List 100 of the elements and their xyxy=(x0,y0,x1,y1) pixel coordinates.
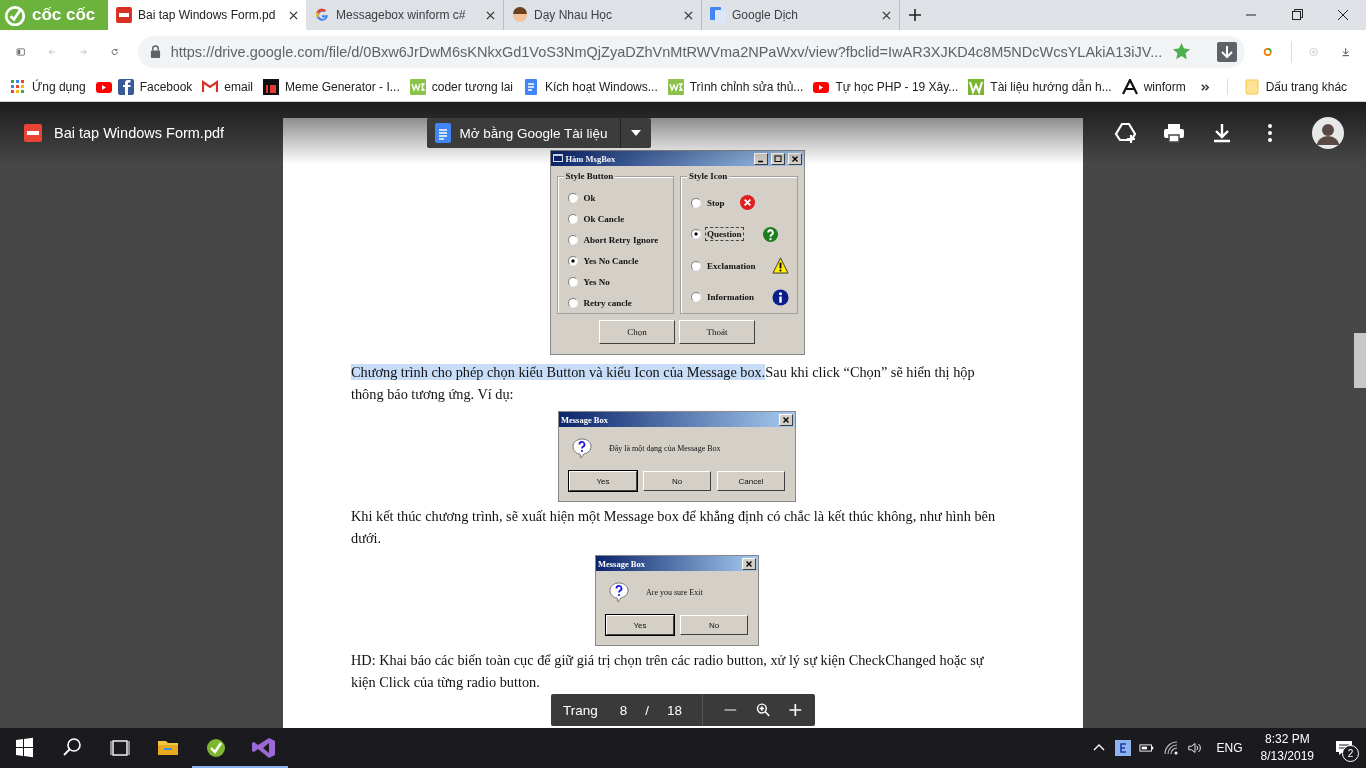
file-name: Bai tap Windows Form.pdf xyxy=(54,125,225,141)
bookmark[interactable]: Ứng dụng xyxy=(10,79,86,95)
document-icon xyxy=(435,123,452,143)
bookmark[interactable]: email xyxy=(202,79,253,95)
message-text: Đây là một dạng của Message Box xyxy=(609,443,722,453)
clock[interactable]: 8:32 PM 8/13/2019 xyxy=(1252,731,1322,765)
info-icon xyxy=(772,288,789,306)
paragraph: Chương trình cho phép chọn kiểu Button và kiểu Icon của Message box.Sau khi click “Chọn” sẽ hiển thị hộp thông báo tương ứng. Ví dụ: xyxy=(351,363,976,404)
radio-button[interactable] xyxy=(567,297,578,308)
video-play-icon xyxy=(813,79,830,95)
close-icon[interactable] xyxy=(787,152,802,165)
add-to-drive-icon[interactable] xyxy=(1114,121,1138,145)
radio-label[interactable]: Ok Cancle xyxy=(581,211,627,226)
notification-count: 2 xyxy=(1342,745,1359,762)
video-play-icon xyxy=(95,79,112,95)
scrollbar-thumb[interactable] xyxy=(1354,333,1366,388)
close-icon[interactable] xyxy=(742,557,756,570)
close-icon[interactable] xyxy=(779,413,793,426)
radio-button[interactable] xyxy=(567,213,578,224)
avatar-icon[interactable] xyxy=(1312,117,1344,149)
radio-button[interactable] xyxy=(691,260,701,271)
dialog-button[interactable]: Thoát xyxy=(679,320,755,344)
radio-button[interactable] xyxy=(691,197,701,208)
radio-button[interactable] xyxy=(567,276,578,287)
close-tab-icon[interactable] xyxy=(486,10,495,20)
browser-tab[interactable]: Bai tap Windows Form.pd xyxy=(108,0,306,30)
minimize-icon[interactable] xyxy=(753,152,768,165)
group-title: Style Button xyxy=(563,171,616,181)
close-tab-icon[interactable] xyxy=(684,10,693,20)
translate-icon xyxy=(710,7,726,23)
print-icon[interactable] xyxy=(1162,121,1186,145)
bookmark[interactable]: winform xyxy=(1121,79,1186,95)
triangle-logo-icon xyxy=(1121,79,1138,95)
radio-button[interactable] xyxy=(567,255,578,266)
bookmark[interactable]: Facebook xyxy=(95,79,193,95)
error-icon xyxy=(738,194,756,212)
dialog-button[interactable]: Yes xyxy=(606,615,674,635)
radio-label[interactable]: Exclamation xyxy=(705,258,758,273)
radio-label[interactable]: Abort Retry Ignore xyxy=(581,232,661,247)
title-bar: Message Box xyxy=(596,556,758,571)
close-tab-icon[interactable] xyxy=(289,10,298,20)
title-bar: Message Box xyxy=(559,412,795,427)
page-number[interactable]: 8 xyxy=(619,702,628,718)
radio-label[interactable]: Yes No xyxy=(581,274,612,289)
bookmark[interactable]: Tài liệu hướng dẫn h... xyxy=(968,79,1112,95)
more-bookmarks-icon[interactable] xyxy=(1199,81,1211,93)
radio-label[interactable]: Stop xyxy=(705,195,727,210)
message-text: Are you sure Exit xyxy=(646,587,704,597)
zoom-icon[interactable] xyxy=(755,701,771,719)
document-icon xyxy=(523,79,539,95)
zoom-in-icon[interactable] xyxy=(788,701,803,719)
site-logo-icon xyxy=(968,79,985,95)
site-logo-icon xyxy=(667,79,684,95)
paragraph: HD: Khai báo các biến toàn cục để giữ giá trị chọn trên các radio button, xử lý sự kiện CheckChanged hoặc sự kiện Click của từng radio button. xyxy=(351,651,985,692)
group-title: Style Icon xyxy=(687,171,730,181)
star-icon[interactable] xyxy=(1172,42,1192,61)
radio-label[interactable]: Information xyxy=(705,290,756,305)
radio-button[interactable] xyxy=(691,292,701,303)
maximize-icon[interactable] xyxy=(770,152,785,165)
question-icon xyxy=(761,225,779,243)
open-with-button[interactable]: Mở bằng Google Tài liệu xyxy=(427,118,651,148)
page-label: Trang xyxy=(563,702,598,718)
dialog-button[interactable]: No xyxy=(643,471,711,491)
bookmark[interactable]: coder tương lai xyxy=(409,79,513,95)
dialog-button[interactable]: No xyxy=(680,615,748,635)
new-tab-icon[interactable] xyxy=(908,8,922,22)
radio-label[interactable]: Yes No Cancle xyxy=(581,253,641,268)
paragraph: Khi kết thúc chương trình, sẽ xuất hiện một Message box để khẳng định có chắc là kết thúc không, như hình bên dưới. xyxy=(351,507,997,548)
radio-button[interactable] xyxy=(567,234,578,245)
avatar-icon xyxy=(512,7,528,23)
bookmark[interactable]: Meme Generator - I... xyxy=(263,79,400,95)
bookmark-folder[interactable]: Dấu trang khác xyxy=(1243,79,1348,95)
dialog-button[interactable]: Yes xyxy=(569,471,637,491)
google-icon xyxy=(314,7,330,23)
dialog-button[interactable]: Cancel xyxy=(717,471,785,491)
page-total: 18 xyxy=(667,702,683,718)
title-bar: Hàm MsgBox xyxy=(550,151,804,166)
download-icon[interactable] xyxy=(1217,41,1238,62)
question-icon xyxy=(571,437,593,459)
language-indicator[interactable]: ENG xyxy=(1206,741,1253,755)
bookmark[interactable]: Trình chỉnh sửa thủ... xyxy=(667,79,804,95)
square-logo-icon xyxy=(263,79,279,95)
page-separator: / xyxy=(645,702,650,718)
bookmark[interactable]: Tự học PHP - 19 Xây... xyxy=(813,79,959,95)
folder-icon xyxy=(1243,79,1260,95)
radio-button[interactable] xyxy=(567,192,578,203)
close-tab-icon[interactable] xyxy=(882,10,891,20)
mail-icon xyxy=(202,79,219,95)
address-bar[interactable]: https://drive.google.com/file/d/0Bxw6JrDwM6sKNkxGd1VoS3NmQjZyaDZhVnMtRWVma2NPaWxv/view?fbclid=IwAR3XJKD4c8M5NDcWcsYLAkiA13iJV... xyxy=(137,35,1246,68)
warning-icon xyxy=(771,257,789,275)
radio-button[interactable] xyxy=(691,229,701,240)
site-logo-icon xyxy=(409,79,426,95)
bookmark[interactable]: Kích hoạt Windows... xyxy=(523,79,658,95)
radio-label[interactable]: Ok xyxy=(581,190,598,205)
question-icon xyxy=(608,581,630,603)
radio-label[interactable]: Question xyxy=(705,227,744,242)
dialog-button[interactable]: Chọn xyxy=(599,320,675,344)
radio-label[interactable]: Retry cancle xyxy=(581,295,634,310)
facebook-icon xyxy=(117,79,134,95)
lock-icon xyxy=(149,45,161,58)
